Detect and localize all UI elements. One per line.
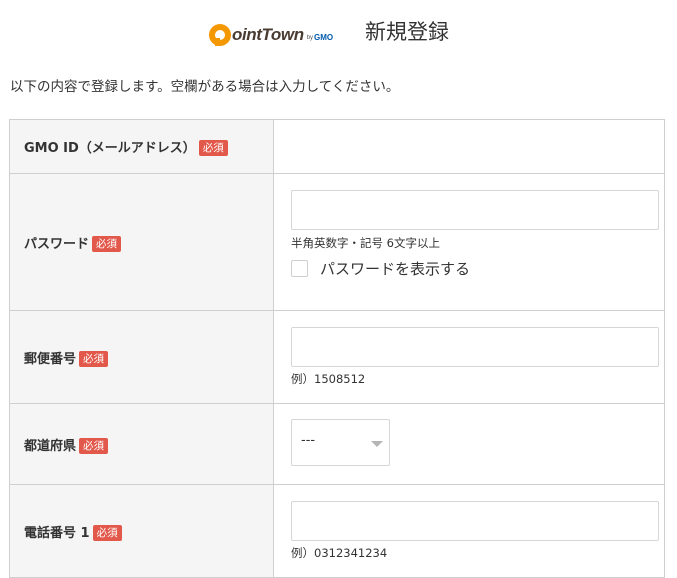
gmo-id-label: GMO ID（メールアドレス）: [24, 141, 196, 156]
field-label-cell: パスワード 必須: [9, 173, 274, 311]
prefecture-select[interactable]: ---: [291, 419, 390, 466]
phone1-label: 電話番号 1: [24, 525, 90, 541]
phone1-hint: 例）0312341234: [291, 546, 388, 560]
show-password-label[interactable]: パスワードを表示する: [320, 258, 470, 279]
postal-code-hint: 例）1508512: [291, 372, 366, 386]
required-badge: 必須: [198, 140, 228, 156]
show-password-checkbox[interactable]: [291, 260, 308, 277]
page-header: ointTown by GMO 新規登録: [0, 0, 677, 64]
field-label-cell: 電話番号 1 必須: [9, 484, 274, 578]
phone1-input[interactable]: [291, 501, 659, 541]
form-row-password: パスワード 必須 半角英数字・記号 6文字以上 パスワードを表示する: [9, 173, 665, 311]
field-label-cell: 郵便番号 必須: [9, 310, 274, 404]
gmo-id-value-cell: [273, 119, 665, 174]
logo-by-text: by: [306, 35, 314, 41]
password-label: パスワード: [24, 236, 90, 252]
prefecture-selected-value: ---: [301, 433, 316, 448]
required-badge: 必須: [79, 350, 109, 367]
page-title: 新規登録: [365, 20, 449, 44]
logo-gmo-text: GMO: [314, 33, 334, 42]
pointtown-p-icon: [209, 24, 231, 46]
logo-wordmark: ointTown: [232, 25, 304, 44]
required-badge: 必須: [92, 524, 122, 541]
password-hint: 半角英数字・記号 6文字以上: [291, 236, 440, 250]
intro-text: 以下の内容で登録します。空欄がある場合は入力してください。: [10, 79, 400, 95]
pointtown-logo[interactable]: ointTown by GMO: [209, 22, 333, 48]
chevron-down-icon: [371, 441, 383, 447]
password-input[interactable]: [291, 190, 659, 230]
registration-form: GMO ID（メールアドレス） 必須 パスワード 必須 半角英数字・記号 6文字以上…: [9, 119, 665, 578]
prefecture-label: 都道府県: [24, 438, 77, 454]
postal-code-label: 郵便番号: [24, 351, 77, 367]
field-label-cell: GMO ID（メールアドレス） 必須: [9, 119, 274, 174]
required-badge: 必須: [79, 437, 109, 454]
required-badge: 必須: [92, 235, 122, 252]
password-field-cell: 半角英数字・記号 6文字以上 パスワードを表示する: [273, 173, 665, 311]
form-row-prefecture: 都道府県 必須 ---: [9, 403, 665, 485]
form-row-gmo-id: GMO ID（メールアドレス） 必須: [9, 119, 665, 174]
field-label-cell: 都道府県 必須: [9, 403, 274, 485]
postal-code-field-cell: 例）1508512: [273, 310, 665, 404]
form-row-phone1: 電話番号 1 必須 例）0312341234: [9, 484, 665, 578]
postal-code-input[interactable]: [291, 327, 659, 367]
phone1-field-cell: 例）0312341234: [273, 484, 665, 578]
prefecture-field-cell: ---: [273, 403, 665, 485]
form-row-postal-code: 郵便番号 必須 例）1508512: [9, 310, 665, 404]
